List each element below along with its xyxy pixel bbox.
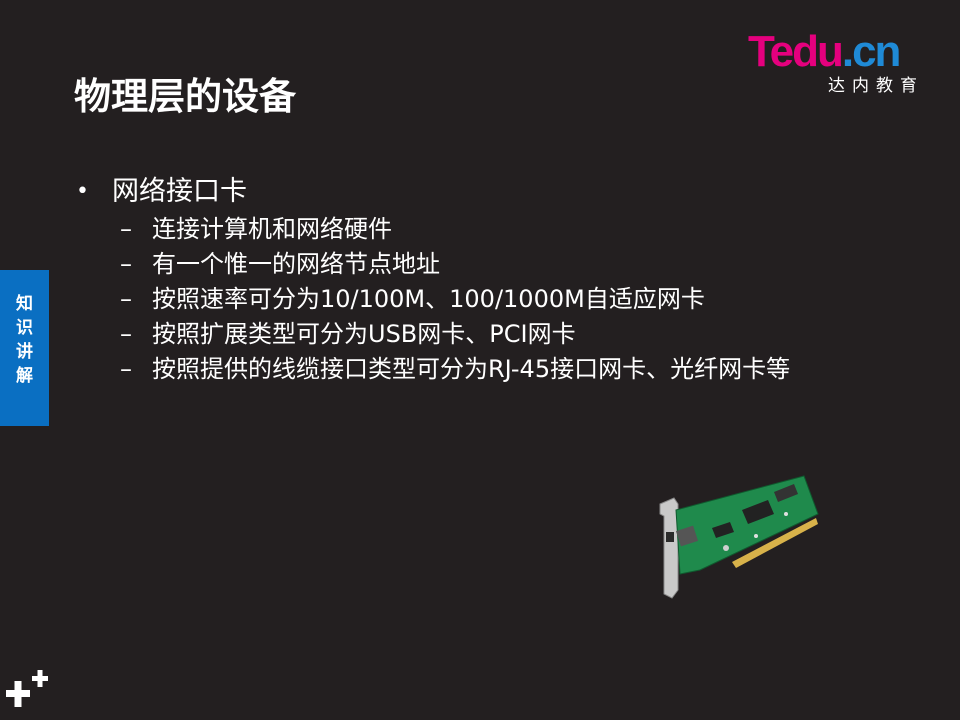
dash-icon: – [120,285,132,313]
plus-decoration-icon [6,670,48,707]
sub-bullet-item: – 按照提供的线缆接口类型可分为RJ-45接口网卡、光纤网卡等 [76,352,852,387]
sub-bullet-item: – 连接计算机和网络硬件 [76,212,852,247]
tedu-logo: Tedu.cn 达内教育 [748,28,928,98]
sub-bullet-item: – 有一个惟一的网络节点地址 [76,247,852,282]
dash-icon: – [120,320,132,348]
slide-content: • 网络接口卡 – 连接计算机和网络硬件 – 有一个惟一的网络节点地址 – 按照… [76,172,876,387]
sub-bullet-text: 按照提供的线缆接口类型可分为RJ-45接口网卡、光纤网卡等 [152,355,791,383]
network-card-image [659,475,819,599]
sub-bullet-text: 连接计算机和网络硬件 [152,215,392,243]
bullet-dot-icon: • [76,179,89,204]
bullet-main: • 网络接口卡 [76,172,876,212]
dash-icon: – [120,250,132,278]
logo-suffix: .cn [841,27,902,76]
sub-bullet-text: 按照扩展类型可分为USB网卡、PCI网卡 [152,320,576,348]
sub-bullet-item: – 按照速率可分为10/100M、100/1000M自适应网卡 [76,282,852,317]
slide: Tedu.cn 达内教育 物理层的设备 • 网络接口卡 – 连接计算机和网络硬件… [0,0,960,720]
sub-bullet-text: 按照速率可分为10/100M、100/1000M自适应网卡 [152,285,705,313]
side-tab-label: 知识讲解 [16,294,33,386]
logo-brand: Tedu [748,27,844,76]
sub-bullet-text: 有一个惟一的网络节点地址 [152,250,440,278]
side-tab-knowledge: 知识讲解 [0,270,49,426]
sub-bullet-list: – 连接计算机和网络硬件 – 有一个惟一的网络节点地址 – 按照速率可分为10/… [76,212,876,387]
dash-icon: – [120,355,132,383]
dash-icon: – [120,215,132,243]
sub-bullet-item: – 按照扩展类型可分为USB网卡、PCI网卡 [76,317,852,352]
logo-wordmark: Tedu.cn [748,27,902,76]
logo-subtitle: 达内教育 [828,76,924,96]
bullet-main-text: 网络接口卡 [112,176,247,207]
slide-title: 物理层的设备 [74,75,296,118]
